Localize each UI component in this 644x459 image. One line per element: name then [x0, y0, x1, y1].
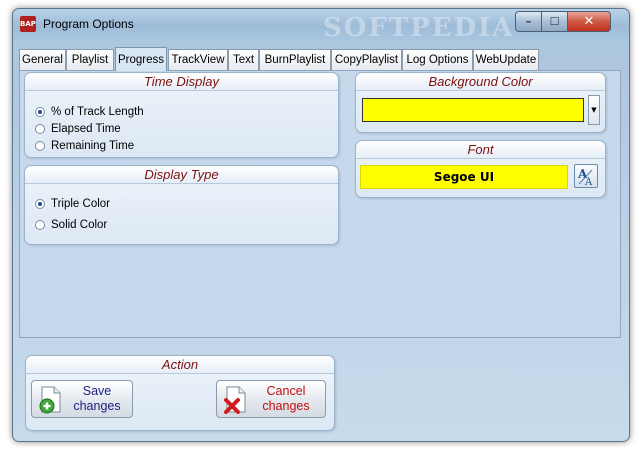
- chevron-down-icon: ▼: [591, 106, 597, 114]
- title-bar[interactable]: SOFTPEDIA BAP Program Options – ☐ ✕: [13, 9, 629, 43]
- radio-label: Triple Color: [51, 198, 111, 210]
- maximize-icon: ☐: [549, 15, 560, 28]
- tab-trackview[interactable]: TrackView: [168, 49, 228, 70]
- cancel-changes-button[interactable]: Cancel changes: [216, 380, 326, 418]
- background-color-swatch[interactable]: [362, 98, 584, 122]
- choose-font-button[interactable]: A A: [574, 164, 598, 188]
- svg-text:A: A: [584, 177, 593, 187]
- radio-label: Elapsed Time: [51, 123, 121, 135]
- tab-log-options[interactable]: Log Options: [402, 49, 473, 70]
- radio-unselected-icon: [35, 220, 45, 230]
- radio-label: % of Track Length: [51, 106, 144, 118]
- tab-general[interactable]: General: [19, 49, 66, 70]
- minimize-icon: –: [525, 15, 532, 28]
- background-color-dropdown[interactable]: ▼: [588, 95, 600, 125]
- radio-unselected-icon: [35, 141, 45, 151]
- save-document-icon: [39, 386, 61, 414]
- radio-elapsed-time[interactable]: Elapsed Time: [35, 123, 121, 135]
- radio-triple-color[interactable]: Triple Color: [35, 198, 110, 210]
- save-changes-button[interactable]: Save changes: [31, 380, 133, 418]
- radio-label: Solid Color: [51, 219, 108, 231]
- tab-webupdate[interactable]: WebUpdate: [473, 49, 539, 70]
- tab-progress[interactable]: Progress: [115, 47, 167, 71]
- radio-selected-icon: [35, 107, 45, 117]
- radio-unselected-icon: [35, 124, 45, 134]
- font-icon: A A: [577, 167, 593, 187]
- background-color-group: Background Color ▼: [355, 72, 606, 133]
- display-type-title: Display Type: [25, 166, 338, 184]
- radio-solid-color[interactable]: Solid Color: [35, 219, 107, 231]
- softpedia-watermark: SOFTPEDIA: [323, 13, 515, 43]
- save-changes-label: Save changes: [73, 384, 121, 413]
- radio-selected-icon: [35, 199, 45, 209]
- time-display-title: Time Display: [25, 73, 338, 91]
- program-options-window: SOFTPEDIA BAP Program Options – ☐ ✕ Gene…: [12, 8, 630, 442]
- window-title: Program Options: [43, 17, 134, 31]
- radio-label: Remaining Time: [51, 140, 135, 152]
- radio-remaining-time[interactable]: Remaining Time: [35, 140, 134, 152]
- tab-playlist[interactable]: Playlist: [66, 49, 114, 70]
- close-icon: ✕: [583, 14, 595, 29]
- tab-burnplaylist[interactable]: BurnPlaylist: [259, 49, 331, 70]
- tab-copyplaylist[interactable]: CopyPlaylist: [331, 49, 402, 70]
- cancel-document-icon: [224, 386, 246, 414]
- font-preview[interactable]: Segoe UI: [360, 165, 568, 189]
- tab-text[interactable]: Text: [228, 49, 259, 70]
- font-title: Font: [356, 141, 605, 159]
- action-group: Action Save changes Cancel changes: [25, 355, 335, 431]
- background-color-title: Background Color: [356, 73, 605, 91]
- radio-percent-track-length[interactable]: % of Track Length: [35, 106, 144, 118]
- action-title: Action: [26, 356, 334, 374]
- minimize-button[interactable]: –: [515, 11, 542, 32]
- cancel-changes-label: Cancel changes: [262, 384, 310, 413]
- display-type-group: Display Type Triple Color Solid Color: [24, 165, 339, 245]
- progress-tab-panel: Time Display % of Track Length Elapsed T…: [19, 70, 621, 338]
- close-button[interactable]: ✕: [567, 11, 611, 32]
- app-icon: BAP: [20, 16, 36, 32]
- font-group: Font Segoe UI A A: [355, 140, 606, 198]
- maximize-button[interactable]: ☐: [541, 11, 568, 32]
- time-display-group: Time Display % of Track Length Elapsed T…: [24, 72, 339, 158]
